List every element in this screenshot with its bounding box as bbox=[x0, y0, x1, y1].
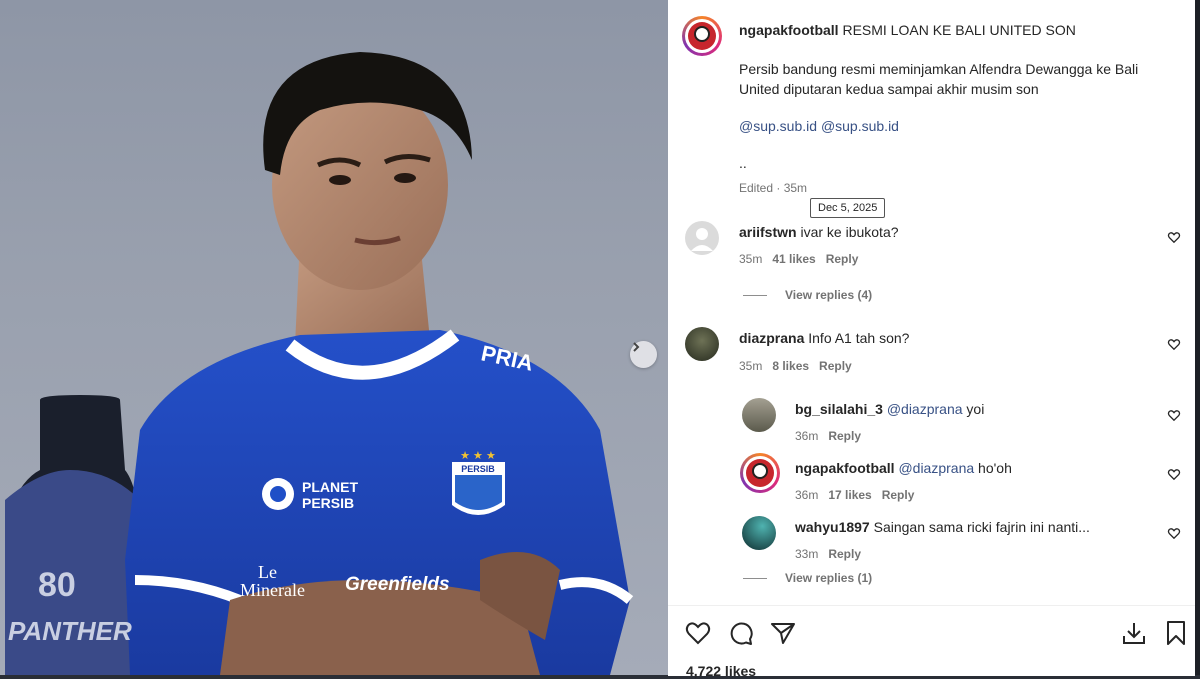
reply-time: 36m bbox=[795, 429, 819, 443]
reply-meta: 33m Reply bbox=[795, 547, 861, 561]
reply-mention[interactable]: @diazprana bbox=[898, 460, 974, 476]
divider-line bbox=[743, 294, 767, 296]
post-dots: .. bbox=[739, 155, 747, 171]
next-photo-button[interactable] bbox=[630, 341, 657, 368]
comment-text: ivar ke ibukota? bbox=[800, 224, 899, 240]
mention-link[interactable]: @sup.sub.id bbox=[739, 118, 817, 134]
bottle-number: 80 bbox=[38, 566, 76, 604]
default-avatar-icon bbox=[691, 228, 713, 251]
mention-link[interactable]: @sup.sub.id bbox=[821, 118, 899, 134]
comment-body: ariifstwn ivar ke ibukota? bbox=[739, 224, 899, 240]
reply-text: yoi bbox=[966, 401, 985, 417]
comment-username[interactable]: diazprana bbox=[739, 330, 804, 346]
crest-text: PERSIB bbox=[461, 464, 495, 474]
reply-button[interactable]: Reply bbox=[828, 429, 861, 443]
reply-avatar[interactable] bbox=[742, 516, 776, 550]
sponsor-persib-text: PERSIB bbox=[302, 495, 354, 511]
comment-icon[interactable] bbox=[728, 620, 754, 646]
post-body-line1: Persib bandung resmi meminjamkan Alfendr… bbox=[739, 61, 1139, 77]
heart-icon[interactable] bbox=[685, 621, 711, 645]
bottle-brand: PANTHER bbox=[8, 616, 132, 646]
commenter-avatar[interactable] bbox=[685, 327, 719, 361]
divider-line bbox=[743, 577, 767, 579]
likes-count[interactable]: 4,722 likes bbox=[686, 663, 756, 679]
reply-button[interactable]: Reply bbox=[819, 359, 852, 373]
author-avatar[interactable] bbox=[682, 16, 722, 56]
reply-likes[interactable]: 17 likes bbox=[828, 488, 871, 502]
comment-likes[interactable]: 41 likes bbox=[772, 252, 815, 266]
svg-text:★ ★ ★: ★ ★ ★ bbox=[460, 450, 496, 462]
reply-body: wahyu1897 Saingan sama ricki fajrin ini … bbox=[795, 519, 1090, 535]
like-comment-heart-icon[interactable] bbox=[1167, 337, 1181, 351]
reply-meta: 36m Reply bbox=[795, 429, 861, 443]
post-body-line2: United diputaran kedua sampai akhir musi… bbox=[739, 81, 1039, 97]
like-comment-heart-icon[interactable] bbox=[1167, 230, 1181, 244]
commenter-avatar[interactable] bbox=[685, 221, 719, 255]
reply-body: bg_silalahi_3 @diazprana yoi bbox=[795, 401, 984, 417]
view-replies-button[interactable]: View replies (4) bbox=[743, 288, 872, 302]
comment-time: 35m bbox=[739, 359, 763, 373]
reply-body: ngapakfootball @diazprana ho'oh bbox=[795, 460, 1012, 476]
photo-illustration: PERSIB ★ ★ ★ PLANET PERSIB Le Minerale G… bbox=[5, 52, 634, 675]
reply-button[interactable]: Reply bbox=[882, 488, 915, 502]
like-comment-heart-icon[interactable] bbox=[1167, 408, 1181, 422]
post-mentions: @sup.sub.id @sup.sub.id bbox=[739, 118, 899, 134]
sponsor-planet-text: PLANET bbox=[302, 479, 358, 495]
post-edited-time[interactable]: Edited · 35m bbox=[739, 181, 807, 195]
comment-meta: 35m 8 likes Reply bbox=[739, 359, 852, 373]
post-headline: RESMI LOAN KE BALI UNITED SON bbox=[842, 22, 1076, 38]
comment-text: Info A1 tah son? bbox=[808, 330, 910, 346]
reply-avatar[interactable] bbox=[740, 453, 780, 493]
reply-avatar[interactable] bbox=[742, 398, 776, 432]
post-caption-header: ngapakfootball RESMI LOAN KE BALI UNITED… bbox=[739, 22, 1076, 38]
comment-username[interactable]: ariifstwn bbox=[739, 224, 797, 240]
post-author-username[interactable]: ngapakfootball bbox=[739, 22, 839, 38]
reply-meta: 36m 17 likes Reply bbox=[795, 488, 914, 502]
comments-panel: ngapakfootball RESMI LOAN KE BALI UNITED… bbox=[668, 0, 1195, 675]
view-replies-label: View replies (1) bbox=[785, 571, 873, 585]
reply-username[interactable]: bg_silalahi_3 bbox=[795, 401, 883, 417]
reply-time: 36m bbox=[795, 488, 819, 502]
post-action-bar: 4,722 likes bbox=[668, 605, 1195, 679]
like-comment-heart-icon[interactable] bbox=[1167, 467, 1181, 481]
comment-meta: 35m 41 likes Reply bbox=[739, 252, 858, 266]
background-strip bbox=[1195, 0, 1200, 675]
reply-text: Saingan sama ricki fajrin ini nanti... bbox=[873, 519, 1090, 535]
chevron-right-icon bbox=[633, 342, 640, 352]
reply-text: ho'oh bbox=[978, 460, 1012, 476]
sponsor-minerale-text: Minerale bbox=[240, 580, 305, 600]
reply-time: 33m bbox=[795, 547, 819, 561]
comment-time: 35m bbox=[739, 252, 763, 266]
share-icon[interactable] bbox=[770, 621, 796, 645]
comment-likes[interactable]: 8 likes bbox=[772, 359, 809, 373]
reply-button[interactable]: Reply bbox=[826, 252, 859, 266]
reply-button[interactable]: Reply bbox=[828, 547, 861, 561]
reply-mention[interactable]: @diazprana bbox=[887, 401, 963, 417]
sponsor-greenfields-text: Greenfields bbox=[345, 574, 450, 595]
date-tooltip: Dec 5, 2025 bbox=[810, 198, 886, 218]
comment-body: diazprana Info A1 tah son? bbox=[739, 330, 909, 346]
bookmark-icon[interactable] bbox=[1165, 620, 1187, 646]
view-replies-button[interactable]: View replies (1) bbox=[743, 571, 872, 585]
save-download-icon[interactable] bbox=[1121, 620, 1147, 646]
sponsor-le-text: Le bbox=[258, 562, 277, 582]
view-replies-label: View replies (4) bbox=[785, 288, 873, 302]
post-photo: PERSIB ★ ★ ★ PLANET PERSIB Le Minerale G… bbox=[0, 0, 668, 675]
reply-username[interactable]: wahyu1897 bbox=[795, 519, 870, 535]
like-comment-heart-icon[interactable] bbox=[1167, 526, 1181, 540]
reply-username[interactable]: ngapakfootball bbox=[795, 460, 895, 476]
